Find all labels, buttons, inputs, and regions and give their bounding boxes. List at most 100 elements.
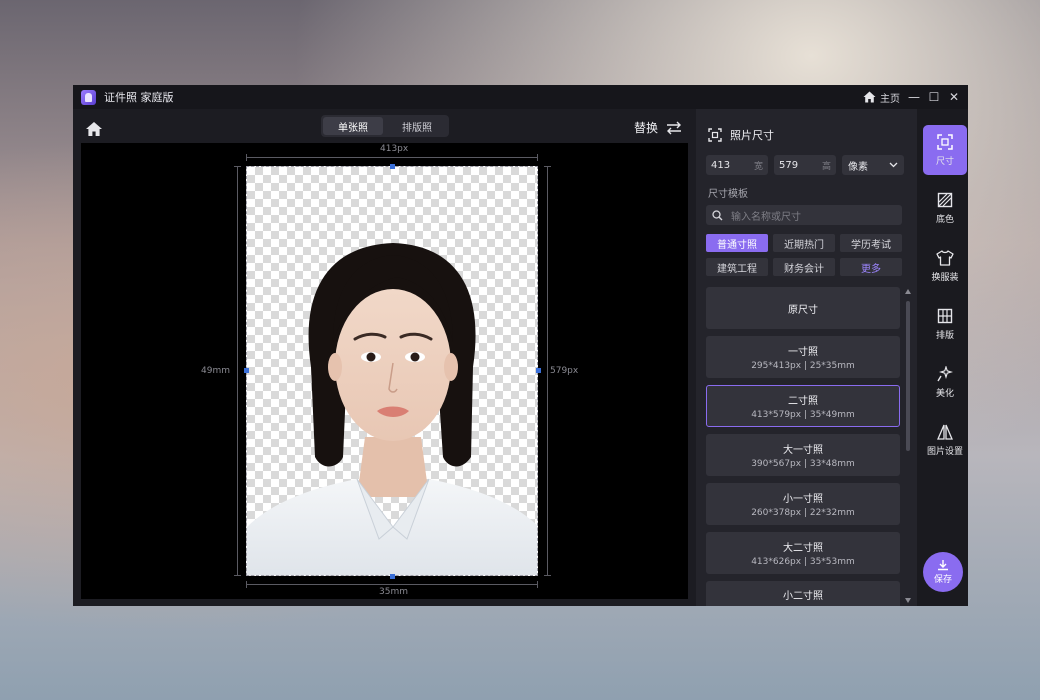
preset-name: 小一寸照	[783, 494, 823, 505]
canvas-area: 单张照 排版照 替换 413px 35mm 49mm 579px	[81, 109, 688, 599]
guide-tick	[234, 166, 241, 167]
tool-rail: 尺寸 底色 换服装 排版 美化 图片设置 保存	[917, 109, 968, 606]
resize-handle-left[interactable]	[244, 368, 249, 373]
rail-item-label: 排版	[935, 330, 954, 341]
guide-tick	[537, 581, 538, 588]
chip-construction[interactable]: 建筑工程	[706, 258, 768, 276]
replace-button[interactable]: 替换	[634, 119, 682, 136]
preset-name: 原尺寸	[788, 304, 818, 316]
resize-handle-right[interactable]	[536, 368, 541, 373]
size-icon	[937, 133, 953, 150]
scroll-down-icon[interactable]	[905, 598, 911, 603]
width-input[interactable]: 413 宽	[706, 155, 768, 175]
guide-tick	[544, 575, 551, 576]
rail-item-background[interactable]: 底色	[923, 183, 967, 233]
rail-item-label: 底色	[935, 214, 954, 225]
rail-item-clothing[interactable]: 换服装	[923, 241, 967, 291]
search-icon	[712, 209, 723, 220]
height-guide-right	[547, 166, 548, 576]
canvas-toolbar: 单张照 排版照 替换	[81, 109, 688, 143]
background-color-icon	[937, 192, 953, 207]
preset-small-2inch[interactable]: 小二寸照	[706, 581, 900, 606]
preset-small-1inch[interactable]: 小一寸照 260*378px | 22*32mm	[706, 483, 900, 525]
close-button[interactable]: ✕	[948, 91, 960, 103]
preset-original[interactable]: 原尺寸	[706, 287, 900, 329]
guide-tick	[234, 575, 241, 576]
template-categories: 普通寸照 近期热门 学历考试 建筑工程 财务会计 更多	[706, 234, 904, 276]
title-bar: 证件照 家庭版 主页 — ☐ ✕	[73, 85, 968, 109]
template-search-input[interactable]: 输入名称或尺寸	[706, 205, 902, 225]
app-window: 证件照 家庭版 主页 — ☐ ✕ 单张照 排版照 替换 413px 35mm 4…	[73, 85, 968, 606]
height-mm-label: 49mm	[201, 366, 230, 376]
width-mm-label: 35mm	[379, 587, 408, 597]
scroll-up-icon[interactable]	[905, 289, 911, 294]
rail-item-size[interactable]: 尺寸	[923, 125, 967, 175]
download-icon	[938, 560, 948, 571]
preset-dims: 413*579px | 35*49mm	[751, 410, 855, 420]
portrait-image	[247, 243, 537, 575]
preset-name: 大一寸照	[783, 445, 823, 456]
guide-tick	[537, 154, 538, 161]
preset-name: 二寸照	[788, 396, 818, 407]
rail-item-label: 图片设置	[926, 446, 963, 457]
guide-tick	[544, 166, 551, 167]
size-inputs: 413 宽 579 高 像素	[706, 155, 904, 175]
home-icon[interactable]	[85, 121, 103, 137]
panel-header: 照片尺寸	[708, 127, 774, 143]
chip-accounting[interactable]: 财务会计	[773, 258, 835, 276]
chip-popular[interactable]: 近期热门	[773, 234, 835, 252]
app-logo	[81, 89, 96, 105]
resize-handle-bottom[interactable]	[390, 574, 395, 579]
image-settings-icon	[937, 424, 953, 440]
rail-item-beautify[interactable]: 美化	[923, 357, 967, 407]
save-button[interactable]: 保存	[923, 552, 963, 592]
scrollbar-thumb[interactable]	[906, 301, 910, 451]
preset-large-2inch[interactable]: 大二寸照 413*626px | 35*53mm	[706, 532, 900, 574]
tab-layout-photo[interactable]: 排版照	[387, 117, 447, 135]
preset-2inch[interactable]: 二寸照 413*579px | 35*49mm	[706, 385, 900, 427]
home-label: 主页	[880, 93, 900, 105]
chip-exam[interactable]: 学历考试	[840, 234, 902, 252]
height-guide-left	[237, 166, 238, 576]
home-link[interactable]: 主页	[863, 90, 900, 105]
preset-large-1inch[interactable]: 大一寸照 390*567px | 33*48mm	[706, 434, 900, 476]
app-title: 证件照 家庭版	[104, 91, 174, 104]
layout-icon	[937, 308, 953, 323]
preset-dims: 260*378px | 22*32mm	[751, 508, 855, 518]
tab-single-photo[interactable]: 单张照	[323, 117, 383, 135]
unit-select[interactable]: 像素	[842, 155, 904, 175]
width-value: 413	[711, 159, 731, 171]
rail-item-label: 美化	[935, 388, 954, 399]
preset-name: 一寸照	[788, 347, 818, 358]
rail-item-layout[interactable]: 排版	[923, 299, 967, 349]
preset-1inch[interactable]: 一寸照 295*413px | 25*35mm	[706, 336, 900, 378]
preset-list: 原尺寸 一寸照 295*413px | 25*35mm 二寸照 413*579p…	[706, 287, 900, 606]
template-label: 尺寸模板	[708, 189, 748, 200]
minimize-button[interactable]: —	[908, 91, 920, 103]
rail-item-label: 换服装	[931, 272, 959, 283]
save-label: 保存	[933, 575, 952, 585]
width-unit: 宽	[753, 161, 763, 172]
id-photo[interactable]	[246, 166, 538, 576]
height-value: 579	[779, 159, 799, 171]
preset-dims: 390*567px | 33*48mm	[751, 459, 855, 469]
preset-scrollbar[interactable]	[905, 287, 911, 606]
maximize-button[interactable]: ☐	[928, 91, 940, 103]
rail-item-image-settings[interactable]: 图片设置	[923, 415, 967, 465]
guide-tick	[246, 154, 247, 161]
width-guide-top	[246, 157, 538, 158]
height-unit: 高	[821, 161, 831, 172]
swap-icon	[667, 121, 681, 134]
preset-dims: 413*626px | 35*53mm	[751, 557, 855, 567]
home-icon	[863, 91, 876, 103]
resize-handle-top[interactable]	[390, 164, 395, 169]
view-mode-toggle: 单张照 排版照	[321, 115, 449, 137]
replace-label: 替换	[633, 121, 658, 135]
photo-size-icon	[708, 128, 722, 142]
guide-tick	[246, 581, 247, 588]
chip-more[interactable]: 更多	[840, 258, 902, 276]
chip-common[interactable]: 普通寸照	[706, 234, 768, 252]
unit-select-value: 像素	[848, 161, 868, 173]
beautify-icon	[937, 365, 953, 381]
height-input[interactable]: 579 高	[774, 155, 836, 175]
